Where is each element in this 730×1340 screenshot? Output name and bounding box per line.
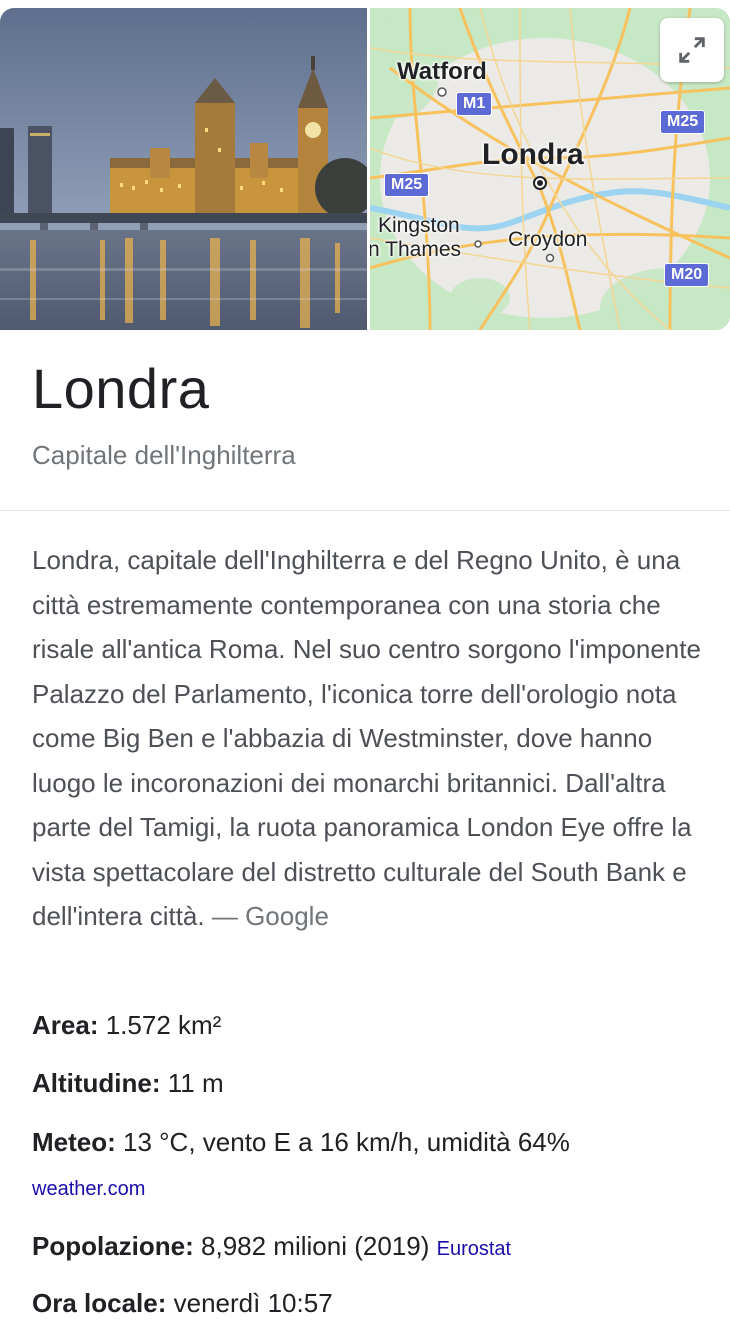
map-label-london: Londra: [482, 138, 584, 171]
entity-title: Londra: [32, 357, 210, 420]
fact-area: Area: 1.572 km²: [32, 1010, 221, 1041]
fact-population: Popolazione: 8,982 milioni (2019) Eurost…: [32, 1231, 511, 1262]
fact-weather-value: 13 °C, vento E a 16 km/h, umidità 64%: [123, 1127, 570, 1157]
westminster-image: [0, 8, 367, 330]
fact-altitude: Altitudine: 11 m: [32, 1068, 224, 1099]
expand-icon: [679, 37, 705, 63]
weather-source-link[interactable]: weather.com: [32, 1178, 145, 1201]
fact-population-label[interactable]: Popolazione:: [32, 1231, 194, 1261]
map-label-kingston: Kingston: [378, 214, 460, 237]
road-shield-m20: M20: [664, 263, 710, 287]
fact-local-time-label[interactable]: Ora locale:: [32, 1288, 166, 1318]
london-photo[interactable]: [0, 8, 367, 330]
description-text: Londra, capitale dell'Inghilterra e del …: [32, 545, 701, 931]
fact-area-label[interactable]: Area:: [32, 1010, 98, 1040]
fact-weather-label[interactable]: Meteo:: [32, 1127, 116, 1157]
road-shield-m25-east: M25: [660, 110, 706, 134]
fact-local-time: Ora locale: venerdì 10:57: [32, 1288, 333, 1319]
hero-images: Watford Londra Kingston n Thames Croydon…: [0, 8, 730, 330]
knowledge-panel: Watford Londra Kingston n Thames Croydon…: [0, 0, 730, 1340]
expand-map-button[interactable]: [660, 18, 724, 82]
description-source[interactable]: — Google: [212, 901, 329, 931]
map-label-croydon: Croydon: [508, 228, 588, 251]
fact-altitude-label[interactable]: Altitudine:: [32, 1068, 161, 1098]
fact-local-time-value: venerdì 10:57: [173, 1288, 333, 1318]
fact-altitude-value: 11 m: [167, 1068, 224, 1098]
map-label-watford: Watford: [397, 58, 487, 85]
map-label-thames: n Thames: [370, 238, 461, 261]
fact-area-value: 1.572 km²: [105, 1010, 222, 1040]
fact-weather: Meteo: 13 °C, vento E a 16 km/h, umidità…: [32, 1127, 570, 1158]
london-map[interactable]: Watford Londra Kingston n Thames Croydon…: [370, 8, 730, 330]
divider: [0, 510, 730, 511]
road-shield-m25-west: M25: [384, 173, 430, 197]
population-source-link[interactable]: Eurostat: [437, 1238, 511, 1260]
description: Londra, capitale dell'Inghilterra e del …: [32, 538, 712, 939]
fact-population-value: 8,982 milioni (2019): [201, 1231, 430, 1261]
entity-subtitle: Capitale dell'Inghilterra: [32, 440, 296, 470]
road-shield-m1: M1: [456, 92, 493, 116]
